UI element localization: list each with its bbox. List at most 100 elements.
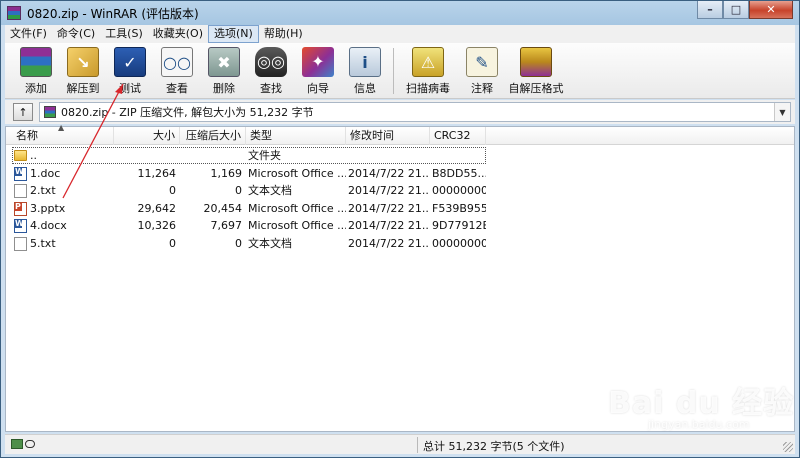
column-type[interactable]: 类型 [246, 127, 346, 145]
window-controls: – □ ✕ [697, 1, 793, 19]
archive-path-text: 0820.zip - ZIP 压缩文件, 解包大小为 51,232 字节 [61, 106, 314, 119]
file-modified: 2014/7/22 21... [348, 184, 430, 197]
extract-to-icon: ↘ [67, 47, 99, 77]
sort-ascending-icon: ▲ [58, 123, 65, 132]
winrar-app-icon[interactable] [7, 6, 21, 20]
wizard-button[interactable]: ✦ 向导 [295, 43, 341, 97]
table-row[interactable]: 5.txt 0 0 文本文档 2014/7/22 21... 00000000 [6, 235, 794, 252]
minimize-button[interactable]: – [697, 1, 723, 19]
wizard-icon: ✦ [302, 47, 334, 77]
file-name: 1.doc [30, 167, 61, 180]
maximize-button[interactable]: □ [723, 1, 749, 19]
virus-scan-button[interactable]: ⚠ 扫描病毒 [398, 43, 458, 97]
resize-grip-icon[interactable] [783, 442, 793, 452]
baidu-watermark: Bai du 经验 jingyan.baidu.com [608, 378, 794, 431]
column-crc[interactable]: CRC32 [430, 127, 486, 145]
menu-favorites[interactable]: 收藏夹(O) [148, 25, 208, 43]
status-icons [11, 439, 35, 449]
drive-icon[interactable] [11, 439, 23, 449]
file-size: 0 [169, 184, 176, 197]
file-size: 0 [169, 237, 176, 250]
info-label: 信息 [354, 82, 376, 95]
file-modified [346, 147, 430, 164]
test-button[interactable]: ✓ 测试 [107, 43, 153, 97]
menu-file[interactable]: 文件(F) [5, 25, 52, 43]
wizard-label: 向导 [307, 82, 329, 95]
file-type: Microsoft Office ... [248, 202, 346, 215]
table-row[interactable]: .. 文件夹 [6, 147, 794, 164]
column-header: 名称 ▲ 大小 压缩后大小 类型 修改时间 CRC32 [6, 123, 794, 145]
delete-label: 删除 [213, 82, 235, 95]
address-bar: ↑ 0820.zip - ZIP 压缩文件, 解包大小为 51,232 字节 ▼ [5, 100, 795, 124]
view-label: 查看 [166, 82, 188, 95]
file-name: 2.txt [30, 184, 56, 197]
sfx-button[interactable]: 自解压格式 [506, 43, 566, 97]
info-icon: i [349, 47, 381, 77]
key-icon[interactable] [25, 440, 35, 448]
file-packed: 0 [235, 237, 242, 250]
file-packed [180, 147, 246, 164]
file-name-cell: 4.docx [12, 217, 114, 234]
test-label: 测试 [119, 82, 141, 95]
virus-scan-icon: ⚠ [412, 47, 444, 77]
table-row[interactable]: 4.docx 10,326 7,697 Microsoft Office ...… [6, 217, 794, 234]
file-crc: 00000000 [432, 237, 486, 250]
title-bar[interactable]: 0820.zip - WinRAR (评估版本) – □ ✕ [1, 1, 799, 25]
chevron-down-icon[interactable]: ▼ [774, 103, 790, 121]
file-packed: 1,169 [210, 167, 243, 180]
column-packed[interactable]: 压缩后大小 [180, 127, 246, 145]
close-button[interactable]: ✕ [749, 1, 793, 19]
sfx-label: 自解压格式 [508, 82, 564, 95]
file-size: 10,326 [137, 219, 177, 232]
file-size: 29,642 [137, 202, 177, 215]
file-name-cell: 3.pptx [12, 200, 114, 217]
file-crc: B8DD55... [432, 167, 486, 180]
file-name: 4.docx [30, 219, 67, 232]
view-button[interactable]: ○○ 查看 [154, 43, 200, 97]
file-type: Microsoft Office ... [248, 167, 346, 180]
table-row[interactable]: 2.txt 0 0 文本文档 2014/7/22 21... 00000000 [6, 182, 794, 199]
word-document-icon [14, 218, 27, 233]
toolbar-separator [393, 48, 394, 94]
table-row[interactable]: 1.doc 11,264 1,169 Microsoft Office ... … [6, 165, 794, 182]
file-crc: 00000000 [432, 184, 486, 197]
add-button[interactable]: 添加 [13, 43, 59, 97]
test-icon: ✓ [114, 47, 146, 77]
table-row[interactable]: 3.pptx 29,642 20,454 Microsoft Office ..… [6, 200, 794, 217]
comment-button[interactable]: ✎ 注释 [459, 43, 505, 97]
add-archive-icon [20, 47, 52, 77]
file-name: .. [30, 149, 37, 162]
delete-button[interactable]: ✖ 删除 [201, 43, 247, 97]
file-name-cell: 2.txt [12, 182, 114, 199]
file-packed: 0 [235, 184, 242, 197]
status-summary: 总计 51,232 字节(5 个文件) [423, 440, 565, 453]
find-binoculars-icon: ◎◎ [255, 47, 287, 77]
info-button[interactable]: i 信息 [342, 43, 388, 97]
word-document-icon [14, 166, 27, 181]
file-crc: F539B955 [432, 202, 486, 215]
file-name-cell: 5.txt [12, 235, 114, 252]
file-packed: 7,697 [210, 219, 243, 232]
file-modified: 2014/7/22 21... [348, 202, 430, 215]
folder-icon [14, 150, 27, 161]
file-packed: 20,454 [203, 202, 243, 215]
extract-to-button[interactable]: ↘ 解压到 [60, 43, 106, 97]
menu-help[interactable]: 帮助(H) [259, 25, 308, 43]
file-name: 3.pptx [30, 202, 66, 215]
find-button[interactable]: ◎◎ 查找 [248, 43, 294, 97]
up-folder-button[interactable]: ↑ [13, 103, 33, 121]
file-modified: 2014/7/22 21... [348, 219, 430, 232]
menu-tools[interactable]: 工具(S) [100, 25, 148, 43]
view-icon: ○○ [161, 47, 193, 77]
file-modified: 2014/7/22 21... [348, 167, 430, 180]
add-label: 添加 [25, 82, 47, 95]
menu-options[interactable]: 选项(N) [208, 25, 259, 43]
column-size[interactable]: 大小 [114, 127, 180, 145]
path-combo[interactable]: 0820.zip - ZIP 压缩文件, 解包大小为 51,232 字节 ▼ [39, 102, 791, 122]
comment-icon: ✎ [466, 47, 498, 77]
column-modified[interactable]: 修改时间 [346, 127, 430, 145]
file-crc [430, 147, 486, 164]
menu-commands[interactable]: 命令(C) [52, 25, 100, 43]
file-size [114, 147, 180, 164]
extract-to-label: 解压到 [66, 82, 100, 95]
